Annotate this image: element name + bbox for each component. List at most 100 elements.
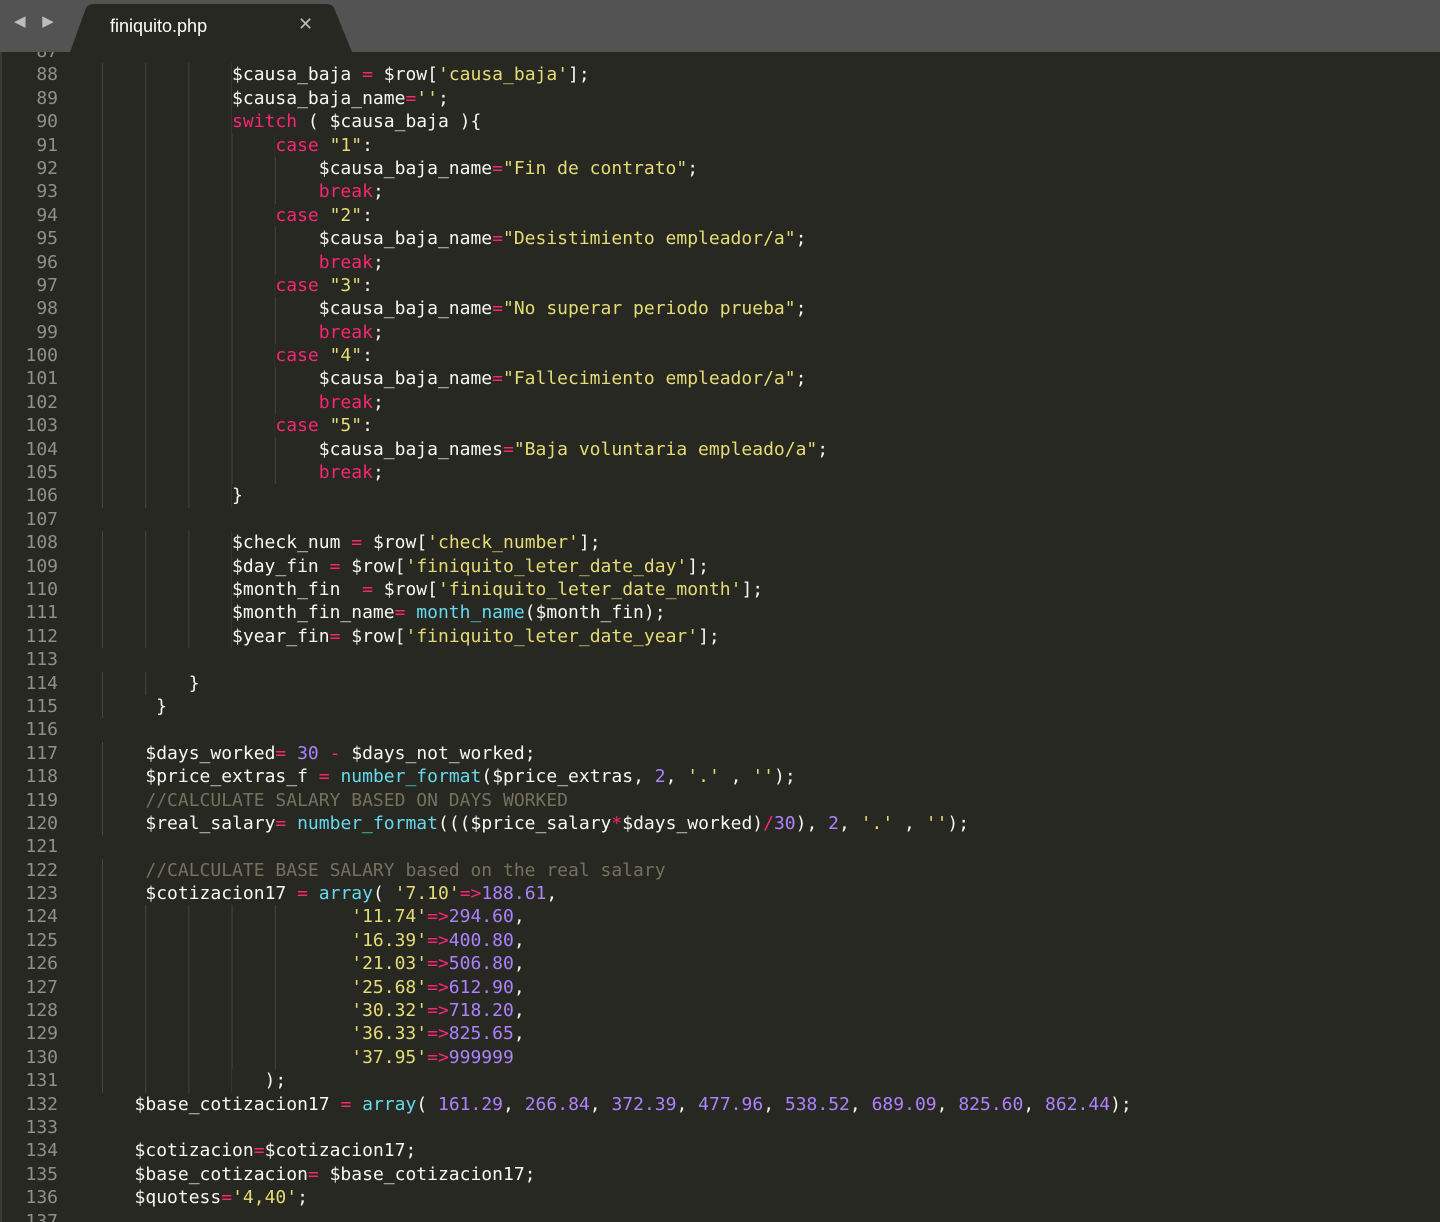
editor-left-border — [0, 52, 2, 1222]
token-punct: ; — [795, 298, 807, 320]
code-line[interactable]: 88 $causa_baja = $row['causa_baja']; — [0, 63, 1132, 87]
code-line[interactable]: 111 $month_fin_name= month_name($month_f… — [0, 601, 1132, 625]
code-line[interactable]: 102 break; — [0, 390, 1132, 415]
code-line[interactable]: 107 — [0, 508, 1132, 531]
code-line[interactable]: 117 $days_worked= 30 - $days_not_worked; — [0, 741, 1132, 766]
token-variable: $year_fin — [232, 625, 330, 647]
code-line[interactable]: 95 $causa_baja_name="Desistimiento emple… — [0, 227, 1132, 251]
code-line[interactable]: 110 $month_fin = $row['finiquito_leter_d… — [0, 577, 1132, 602]
code-line[interactable]: 104 $causa_baja_names="Baja voluntaria e… — [0, 437, 1132, 462]
line-number: 116 — [25, 719, 58, 741]
code-line[interactable]: 135 $base_cotizacion= $base_cotizacion17… — [0, 1163, 1132, 1186]
line-number: 111 — [25, 602, 58, 624]
token-punct — [102, 883, 145, 904]
token-operator: = — [362, 64, 373, 86]
code-line[interactable]: 133 — [0, 1116, 1132, 1139]
code-line[interactable]: 118 $price_extras_f = number_format($pri… — [0, 765, 1132, 789]
token-punct: , — [719, 766, 753, 788]
token-punct — [330, 766, 341, 787]
code-line[interactable]: 125 '16.39'=>400.80, — [0, 928, 1132, 953]
line-source: $month_fin_name= month_name($month_fin); — [102, 601, 666, 625]
code-line[interactable]: 87 — [0, 52, 1132, 63]
token-operator: => — [427, 906, 449, 928]
code-editor[interactable]: 8788 $causa_baja = $row['causa_baja'];89… — [0, 52, 1440, 1222]
token-variable: $month_fin — [535, 602, 644, 624]
token-punct: ); — [1110, 1093, 1132, 1115]
code-line[interactable]: 108 $check_num = $row['check_number']; — [0, 531, 1132, 555]
token-punct — [340, 743, 351, 764]
code-line[interactable]: 92 $causa_baja_name="Fin de contrato"; — [0, 156, 1132, 181]
token-punct: ); — [643, 602, 666, 624]
code-line[interactable]: 137 — [0, 1210, 1132, 1222]
token-number: 538.52 — [784, 1093, 850, 1115]
line-source: break; — [102, 180, 384, 204]
line-source: $cotizacion=$cotizacion17; — [102, 1139, 417, 1162]
code-line[interactable]: 130 '37.95'=>999999 — [0, 1045, 1132, 1070]
code-line[interactable]: 136 $quotess='4,40'; — [0, 1186, 1132, 1209]
line-source: $cotizacion17 = array( '7.10'=>188.61, — [102, 882, 557, 906]
code-line[interactable]: 116 — [0, 718, 1132, 741]
token-keyword: switch — [232, 111, 298, 133]
token-operator: = — [492, 157, 503, 179]
line-number: 136 — [25, 1187, 58, 1209]
token-variable: $causa_baja_name — [318, 368, 493, 390]
code-line[interactable]: 91 case "1": — [0, 133, 1132, 157]
token-punct: ; — [795, 368, 807, 390]
code-line[interactable]: 113 — [0, 648, 1132, 671]
line-number: 113 — [25, 649, 58, 671]
tab-nav-arrows-icon[interactable]: ◀ ▶ — [14, 12, 60, 36]
code-line[interactable]: 103 case "5": — [0, 414, 1132, 438]
code-line[interactable]: 97 case "3": — [0, 273, 1132, 298]
line-number: 91 — [36, 134, 58, 156]
code-line[interactable]: 94 case "2": — [0, 203, 1132, 228]
code-line[interactable]: 123 $cotizacion17 = array( '7.10'=>188.6… — [0, 882, 1132, 906]
token-string: '.' — [860, 812, 894, 834]
line-source: $check_num = $row['check_number']; — [102, 531, 601, 555]
code-line[interactable]: 115 } — [0, 694, 1132, 719]
line-source: $causa_baja_name=''; — [102, 86, 449, 111]
token-operator: = — [221, 1187, 233, 1209]
code-line[interactable]: 121 — [0, 835, 1132, 858]
code-line[interactable]: 129 '36.33'=>825.65, — [0, 1022, 1132, 1046]
code-line[interactable]: 112 $year_fin= $row['finiquito_leter_dat… — [0, 624, 1132, 649]
line-source: $price_extras_f = number_format($price_e… — [102, 765, 796, 789]
code-line[interactable]: 132 $base_cotizacion17 = array( 161.29, … — [0, 1093, 1132, 1116]
token-punct: , — [849, 1093, 872, 1115]
token-function: array — [362, 1093, 417, 1115]
tab-title[interactable]: finiquito.php — [110, 16, 207, 37]
code-line[interactable]: 131 ); — [0, 1069, 1132, 1093]
code-line[interactable]: 109 $day_fin = $row['finiquito_leter_dat… — [0, 554, 1132, 578]
token-operator: = — [394, 602, 406, 624]
code-line[interactable]: 124 '11.74'=>294.60, — [0, 905, 1132, 929]
code-line[interactable]: 96 break; — [0, 250, 1132, 274]
token-operator: = — [492, 228, 503, 250]
token-punct — [102, 953, 351, 974]
code-line[interactable]: 126 '21.03'=>506.80, — [0, 952, 1132, 976]
code-line[interactable]: 99 break; — [0, 320, 1132, 345]
code-line[interactable]: 119 //CALCULATE SALARY BASED ON DAYS WOR… — [0, 788, 1132, 812]
code-line[interactable]: 114 } — [0, 671, 1132, 695]
code-line[interactable]: 106 } — [0, 484, 1132, 508]
token-operator: => — [459, 883, 482, 905]
code-line[interactable]: 105 break; — [0, 461, 1132, 485]
code-line[interactable]: 122 //CALCULATE BASE SALARY based on the… — [0, 858, 1132, 883]
token-punct — [102, 135, 275, 156]
code-line[interactable]: 120 $real_salary= number_format((($price… — [0, 811, 1132, 836]
tab-close-icon[interactable]: ✕ — [298, 14, 313, 35]
code-line[interactable]: 93 break; — [0, 180, 1132, 204]
token-string: '36.33' — [351, 1023, 428, 1045]
code-line[interactable]: 98 $causa_baja_name="No superar periodo … — [0, 297, 1132, 321]
token-operator: = — [362, 578, 373, 600]
token-number: 999999 — [448, 1046, 514, 1068]
code-line[interactable]: 89 $causa_baja_name=''; — [0, 86, 1132, 111]
line-number: 103 — [25, 415, 58, 437]
code-line[interactable]: 127 '25.68'=>612.90, — [0, 975, 1132, 1000]
code-line[interactable]: 128 '30.32'=>718.20, — [0, 999, 1132, 1023]
code-line[interactable]: 100 case "4": — [0, 344, 1132, 368]
token-punct: ]; — [578, 532, 601, 554]
token-number: 825.65 — [448, 1023, 514, 1045]
code-line[interactable]: 90 switch ( $causa_baja ){ — [0, 110, 1132, 134]
token-punct — [102, 766, 145, 787]
code-line[interactable]: 101 $causa_baja_name="Fallecimiento empl… — [0, 367, 1132, 391]
code-line[interactable]: 134 $cotizacion=$cotizacion17; — [0, 1139, 1132, 1162]
